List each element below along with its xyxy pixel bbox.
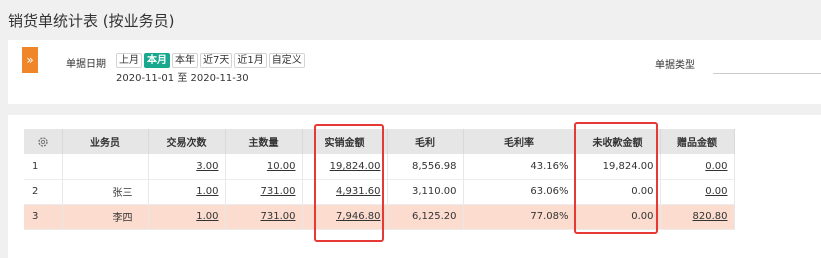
row-index: 1 (24, 154, 63, 180)
table-row[interactable]: 2 张三 1.00 731.00 4,931.60 3,110.00 63.06… (24, 179, 735, 205)
date-to: 2020-11-30 (190, 73, 249, 84)
filter-panel: » 单据日期 上月 本月 本年 近7天 近1月 自定义 2020-11-01 至… (8, 40, 821, 104)
col-header-sales-amount[interactable]: 实销金额 (302, 129, 388, 154)
unpaid-cell: 0.00 (575, 179, 661, 205)
date-separator: 至 (177, 73, 188, 84)
row-index: 3 (24, 204, 63, 230)
date-range-tabs: 上月 本月 本年 近7天 近1月 自定义 (116, 53, 305, 68)
table-row[interactable]: 1 3.00 10.00 19,824.00 8,556.98 43.16% 1… (24, 154, 735, 180)
gift-amount-link[interactable]: 0.00 (705, 161, 727, 172)
range-tab-this-year[interactable]: 本年 (172, 53, 198, 68)
report-table-panel: 业务员 交易次数 主数量 实销金额 毛利 毛利率 未收款金额 赠品金额 1 3.… (8, 115, 821, 258)
col-header-unpaid[interactable]: 未收款金额 (575, 129, 661, 154)
date-from: 2020-11-01 (116, 73, 175, 84)
table-header-row: 业务员 交易次数 主数量 实销金额 毛利 毛利率 未收款金额 赠品金额 (24, 129, 735, 154)
gift-amount-link[interactable]: 0.00 (705, 186, 727, 197)
date-range-text: 2020-11-01 至 2020-11-30 (116, 69, 249, 84)
col-header-gross-profit[interactable]: 毛利 (387, 129, 464, 154)
quantity-link[interactable]: 731.00 (261, 211, 296, 222)
transactions-link[interactable]: 1.00 (196, 211, 218, 222)
doctype-select[interactable] (713, 52, 821, 74)
margin-cell: 77.08% (463, 204, 576, 230)
salesperson-cell: 张三 (62, 179, 149, 205)
margin-cell: 43.16% (463, 154, 576, 180)
sales-amount-link[interactable]: 19,824.00 (330, 161, 381, 172)
margin-cell: 63.06% (463, 179, 576, 205)
table-row-selected[interactable]: 3 李四 1.00 731.00 7,946.80 6,125.20 77.08… (24, 204, 735, 230)
range-tab-this-month[interactable]: 本月 (144, 53, 170, 68)
quantity-link[interactable]: 10.00 (267, 161, 296, 172)
col-header-salesperson[interactable]: 业务员 (62, 129, 149, 154)
date-label: 单据日期 (66, 59, 106, 70)
sales-amount-link[interactable]: 7,946.80 (336, 211, 381, 222)
gross-profit-cell: 8,556.98 (387, 154, 464, 180)
range-tab-last-month[interactable]: 上月 (116, 53, 142, 68)
transactions-link[interactable]: 3.00 (196, 161, 218, 172)
transactions-link[interactable]: 1.00 (196, 186, 218, 197)
unpaid-cell: 0.00 (575, 204, 661, 230)
range-tab-last-1-month[interactable]: 近1月 (234, 53, 267, 68)
gift-amount-link[interactable]: 820.80 (693, 211, 728, 222)
range-tab-custom[interactable]: 自定义 (268, 53, 305, 68)
col-header-margin[interactable]: 毛利率 (463, 129, 576, 154)
sales-amount-link[interactable]: 4,931.60 (336, 186, 381, 197)
quantity-link[interactable]: 731.00 (261, 186, 296, 197)
unpaid-cell: 19,824.00 (575, 154, 661, 180)
col-header-transactions[interactable]: 交易次数 (148, 129, 226, 154)
col-header-quantity[interactable]: 主数量 (225, 129, 303, 154)
col-header-gift-amount[interactable]: 赠品金额 (660, 129, 735, 154)
row-index: 2 (24, 179, 63, 205)
range-tab-last-7-days[interactable]: 近7天 (200, 53, 233, 68)
page-title: 销货单统计表 (按业务员) (8, 12, 175, 30)
gross-profit-cell: 3,110.00 (387, 179, 464, 205)
report-table: 业务员 交易次数 主数量 实销金额 毛利 毛利率 未收款金额 赠品金额 1 3.… (24, 129, 735, 230)
salesperson-cell (62, 154, 149, 180)
salesperson-cell: 李四 (62, 204, 149, 230)
gross-profit-cell: 6,125.20 (387, 204, 464, 230)
doctype-label: 单据类型 (655, 60, 695, 71)
column-settings-icon[interactable] (24, 129, 63, 154)
expand-icon[interactable]: » (22, 47, 38, 73)
